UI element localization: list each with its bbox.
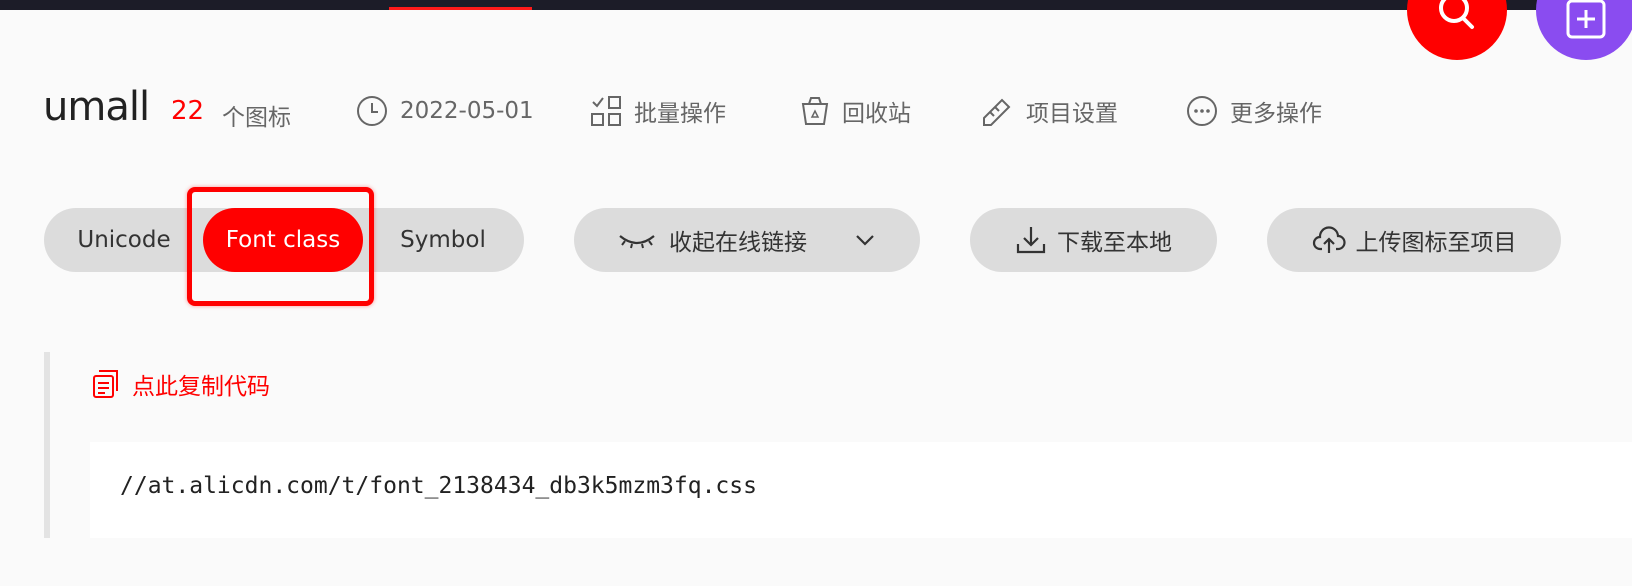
batch-operation-button[interactable]: 批量操作 bbox=[590, 94, 726, 128]
icon-count: 22 bbox=[171, 96, 205, 126]
more-dots-icon bbox=[1187, 96, 1217, 126]
batch-operation-label: 批量操作 bbox=[634, 101, 726, 127]
upload-icons-label: 上传图标至项目 bbox=[1355, 230, 1517, 256]
project-date-text: 2022-05-01 bbox=[400, 98, 534, 124]
trash-icon bbox=[801, 97, 829, 125]
search-button[interactable] bbox=[1407, 0, 1507, 60]
project-settings-button[interactable]: 项目设置 bbox=[980, 94, 1118, 128]
plus-square-icon bbox=[1566, 0, 1606, 39]
css-link-url[interactable]: //at.alicdn.com/t/font_2138434_db3k5mzm3… bbox=[120, 473, 757, 499]
add-button[interactable] bbox=[1536, 0, 1632, 60]
project-date: 2022-05-01 bbox=[356, 94, 534, 128]
upload-icons-button[interactable]: 上传图标至项目 bbox=[1267, 208, 1561, 272]
download-local-label: 下载至本地 bbox=[1057, 230, 1172, 256]
pencil-icon bbox=[983, 98, 1011, 126]
icon-count-label: 个图标 bbox=[222, 105, 291, 131]
cloud-upload-icon bbox=[1312, 226, 1346, 253]
more-actions-label: 更多操作 bbox=[1230, 101, 1322, 127]
grid-check-icon bbox=[591, 96, 621, 126]
project-settings-label: 项目设置 bbox=[1026, 101, 1118, 127]
clock-icon bbox=[357, 96, 387, 126]
selection-highlight bbox=[187, 187, 374, 306]
copy-icon bbox=[93, 370, 118, 398]
download-local-button[interactable]: 下载至本地 bbox=[970, 208, 1217, 272]
tab-unicode[interactable]: Unicode bbox=[44, 208, 204, 272]
search-icon bbox=[1439, 0, 1474, 29]
collapse-link-label: 收起在线链接 bbox=[669, 230, 807, 256]
download-icon bbox=[1016, 227, 1046, 254]
active-nav-indicator bbox=[389, 7, 532, 10]
more-actions-button[interactable]: 更多操作 bbox=[1186, 94, 1322, 128]
project-name: umall bbox=[43, 84, 150, 130]
recycle-bin-button[interactable]: 回收站 bbox=[800, 94, 911, 128]
top-navbar bbox=[0, 0, 1632, 10]
collapse-link-button[interactable]: 收起在线链接 bbox=[574, 208, 920, 272]
copy-code-label: 点此复制代码 bbox=[132, 374, 270, 400]
code-box[interactable]: //at.alicdn.com/t/font_2138434_db3k5mzm3… bbox=[90, 442, 1632, 538]
chevron-down-icon[interactable] bbox=[853, 228, 877, 252]
eye-closed-icon bbox=[619, 235, 655, 249]
tab-symbol[interactable]: Symbol bbox=[362, 208, 524, 272]
recycle-bin-label: 回收站 bbox=[842, 101, 911, 127]
copy-code-button[interactable]: 点此复制代码 bbox=[90, 366, 270, 402]
